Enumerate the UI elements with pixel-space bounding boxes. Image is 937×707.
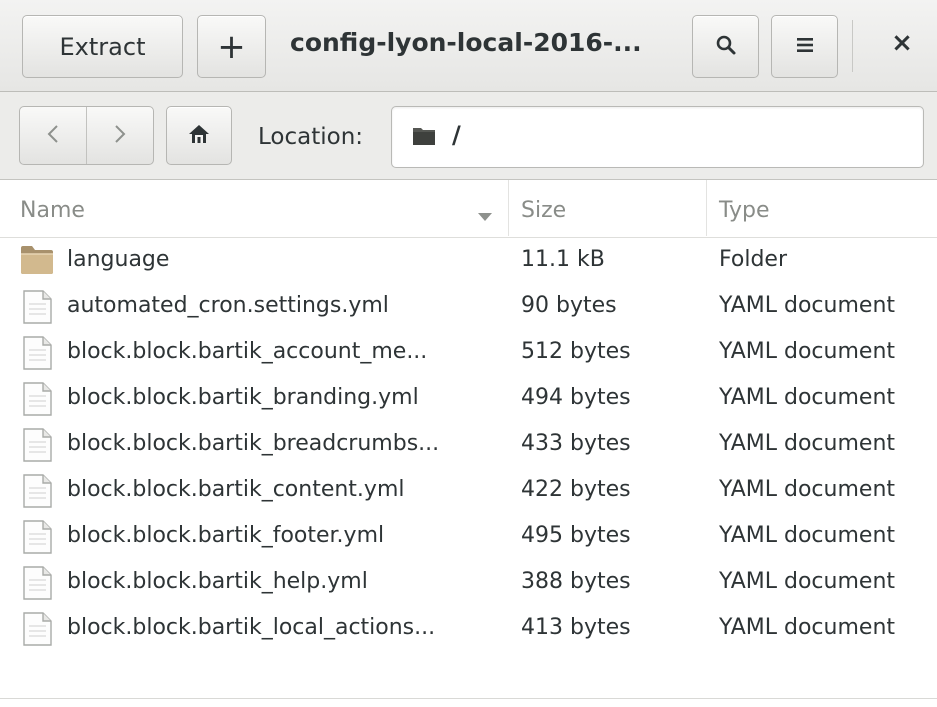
location-entry[interactable]: / [391,106,924,168]
file-row[interactable]: block.block.bartik_account_me... 512 byt… [0,330,937,376]
file-size: 494 bytes [521,385,631,410]
file-name: block.block.bartik_breadcrumbs... [67,431,440,456]
file-row[interactable]: block.block.bartik_breadcrumbs... 433 by… [0,422,937,468]
column-header-name[interactable]: Name [20,198,85,223]
document-icon [19,519,55,559]
file-size: 388 bytes [521,569,631,594]
header-separator [852,20,853,72]
extract-button[interactable]: Extract [22,15,183,78]
file-name: automated_cron.settings.yml [67,293,389,318]
document-icon [19,611,55,651]
file-size: 422 bytes [521,477,631,502]
menu-button[interactable] [771,15,838,78]
file-type: YAML document [719,293,896,318]
file-size: 90 bytes [521,293,617,318]
search-icon [715,34,737,60]
list-bottom-border [0,698,937,699]
window-title: config-lyon-local-2016-... [290,28,642,57]
file-row[interactable]: block.block.bartik_footer.yml 495 bytes … [0,514,937,560]
file-name: block.block.bartik_branding.yml [67,385,419,410]
home-button[interactable] [166,106,232,165]
file-type: YAML document [719,615,896,640]
file-row-folder[interactable]: language 11.1 kB Folder [0,238,937,284]
file-name: block.block.bartik_help.yml [67,569,368,594]
file-list: Name Size Type language 11.1 kB Folder a… [0,180,937,652]
file-type: YAML document [719,523,896,548]
document-icon [19,427,55,467]
document-icon [19,473,55,513]
document-icon [19,565,55,605]
file-size: 413 bytes [521,615,631,640]
hamburger-menu-icon [796,37,814,57]
file-row[interactable]: block.block.bartik_branding.yml 494 byte… [0,376,937,422]
file-type: YAML document [719,569,896,594]
column-header-row: Name Size Type [0,180,937,238]
file-size: 433 bytes [521,431,631,456]
home-icon [188,124,210,148]
file-name: block.block.bartik_content.yml [67,477,405,502]
close-button[interactable]: × [882,28,922,66]
navigation-buttons [19,106,154,165]
location-path: / [452,121,461,149]
document-icon [19,289,55,329]
file-name: block.block.bartik_footer.yml [67,523,385,548]
file-row[interactable]: automated_cron.settings.yml 90 bytes YAM… [0,284,937,330]
file-type: YAML document [719,431,896,456]
forward-button[interactable] [86,107,153,164]
column-header-type[interactable]: Type [719,198,770,223]
file-row[interactable]: block.block.bartik_help.yml 388 bytes YA… [0,560,937,606]
column-separator [508,180,509,236]
file-type: YAML document [719,339,896,364]
file-row[interactable]: block.block.bartik_local_actions... 413 … [0,606,937,652]
file-size: 11.1 kB [521,247,605,272]
search-button[interactable] [692,15,759,78]
column-header-size[interactable]: Size [521,198,566,223]
file-name: block.block.bartik_account_me... [67,339,428,364]
file-name: block.block.bartik_local_actions... [67,615,436,640]
file-type: YAML document [719,477,896,502]
document-icon [19,335,55,375]
file-size: 495 bytes [521,523,631,548]
file-row[interactable]: block.block.bartik_content.yml 422 bytes… [0,468,937,514]
add-files-button[interactable]: + [197,15,266,78]
back-button[interactable] [20,107,86,164]
folder-icon [19,243,55,281]
chevron-left-icon [46,123,60,149]
column-separator [706,180,707,236]
file-type: Folder [719,247,787,272]
file-type: YAML document [719,385,896,410]
file-size: 512 bytes [521,339,631,364]
location-label: Location: [258,124,364,150]
file-name: language [67,247,170,272]
document-icon [19,381,55,421]
folder-icon [412,126,436,150]
sort-descending-icon [478,206,492,225]
chevron-right-icon [113,123,127,149]
